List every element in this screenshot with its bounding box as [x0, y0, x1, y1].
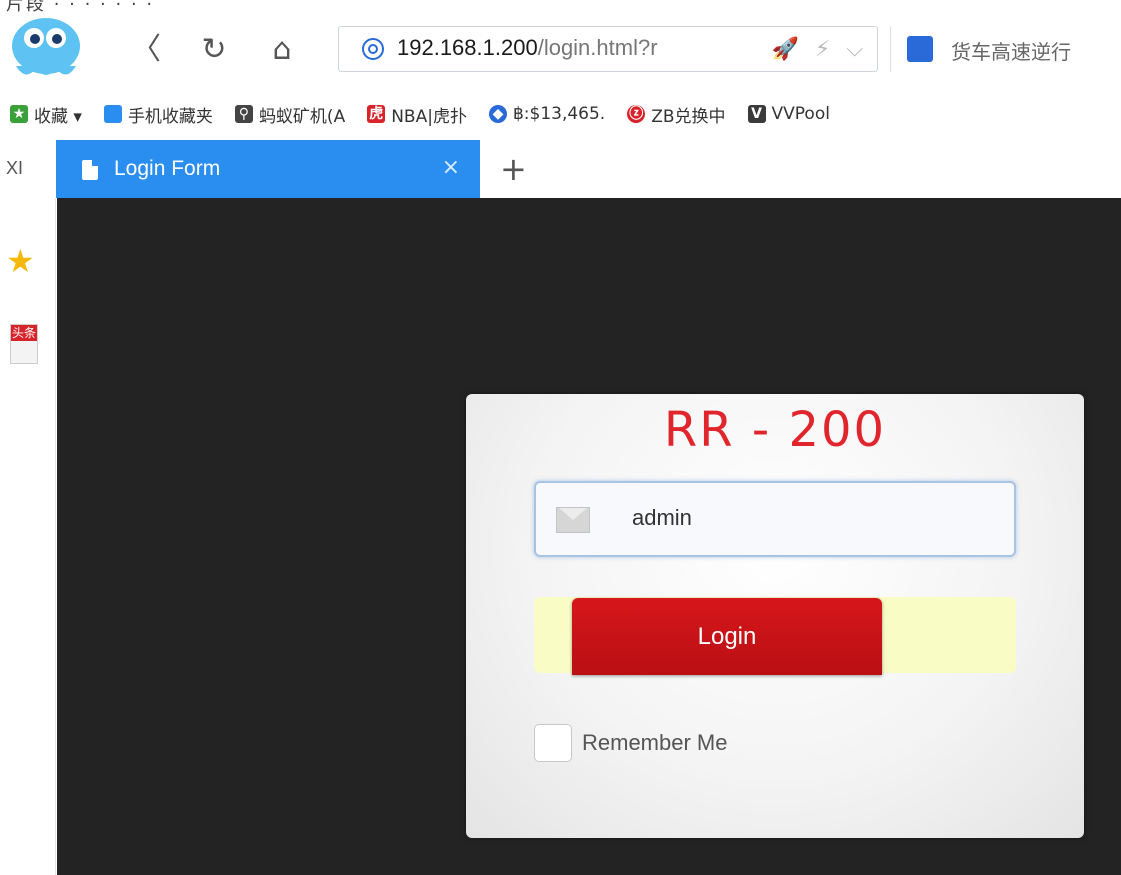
zb-icon: ⓩ: [627, 105, 646, 123]
bookmark-item[interactable]: 虎 NBA|虎扑: [367, 102, 467, 127]
tab-cutoff-label[interactable]: XI: [6, 158, 23, 179]
paw-search-engine-icon[interactable]: [907, 36, 933, 62]
hupu-tiger-icon: 虎: [367, 105, 386, 123]
security-shield-icon: [362, 38, 384, 60]
search-box[interactable]: 货车高速逆行: [890, 26, 1121, 72]
side-panel: ★ 头条: [0, 198, 56, 875]
address-text[interactable]: 192.168.1.200/login.html?r: [397, 35, 658, 61]
bookmark-item[interactable]: 手机收藏夹: [103, 102, 213, 127]
remember-checkbox[interactable]: [534, 724, 572, 762]
address-path: /login.html?r: [537, 35, 658, 60]
bookmark-label: ฿:$13,465.: [512, 104, 606, 124]
news-label: 头条: [11, 325, 37, 341]
bookmark-label: ZB兑换中: [651, 106, 726, 127]
bookmark-item[interactable]: ⓩ ZB兑换中: [627, 102, 726, 127]
chevron-down-icon[interactable]: ⌵: [846, 37, 863, 62]
username-field[interactable]: admin: [534, 481, 1016, 557]
address-host: 192.168.1.200: [397, 35, 538, 60]
browser-mascot-icon[interactable]: [6, 16, 90, 82]
bookmark-item[interactable]: V VVPool: [747, 104, 830, 124]
ant-miner-icon: ⚲: [234, 105, 253, 123]
brand-title: RR - 200: [663, 402, 887, 458]
bookmark-item[interactable]: ★ 收藏 ▾: [10, 102, 82, 127]
bitcoin-icon: ◆: [488, 105, 507, 123]
tab-title: Login Form: [114, 157, 221, 180]
vvpool-icon: V: [747, 105, 766, 123]
phone-icon: [103, 105, 122, 123]
address-bar[interactable]: 192.168.1.200/login.html?r 🚀 ⚡ ⌵: [338, 26, 878, 72]
bookmark-item[interactable]: ◆ ฿:$13,465.: [488, 104, 606, 124]
new-tab-button[interactable]: +: [500, 150, 527, 188]
news-icon[interactable]: 头条: [10, 324, 38, 364]
favorites-star-icon[interactable]: ★: [6, 242, 35, 280]
rocket-icon[interactable]: 🚀: [771, 37, 798, 62]
username-value: admin: [632, 505, 692, 530]
bookmark-item[interactable]: ⚲ 蚂蚁矿机(A: [234, 102, 346, 127]
bookmark-label: NBA|虎扑: [391, 106, 467, 127]
lightning-icon[interactable]: ⚡: [815, 37, 830, 62]
bookmark-label: 蚂蚁矿机(A: [258, 106, 346, 127]
top-cutoff-strip: 片段 · · · · · · ·: [0, 0, 1121, 12]
back-button[interactable]: 〈: [126, 30, 166, 70]
browser-toolbar: 〈 ↻ ⌂ 192.168.1.200/login.html?r 🚀 ⚡ ⌵ 货…: [0, 12, 1121, 88]
mail-icon: [556, 507, 590, 533]
bookmark-label: 手机收藏夹: [127, 106, 213, 127]
reload-button[interactable]: ↻: [194, 30, 234, 70]
bookmark-label: VVPool: [771, 104, 830, 124]
home-button[interactable]: ⌂: [262, 30, 302, 70]
bookmark-star-icon: ★: [10, 105, 28, 123]
close-icon[interactable]: ×: [442, 155, 460, 180]
remember-me[interactable]: Remember Me: [534, 724, 727, 762]
login-button[interactable]: Login: [572, 598, 882, 675]
page-content: RR - 200 admin ••••• Remember Me: [57, 198, 1121, 875]
cutoff-text: 片段 · · · · · · ·: [6, 0, 155, 12]
bookmark-label: 收藏 ▾: [34, 106, 82, 127]
tab-bar: XI Login Form × +: [0, 140, 1121, 198]
bookmarks-bar: ★ 收藏 ▾ 手机收藏夹 ⚲ 蚂蚁矿机(A 虎 NBA|虎扑 ◆ ฿:$13,465. …: [0, 88, 1121, 140]
tab-login-form[interactable]: Login Form ×: [56, 140, 480, 198]
search-input[interactable]: 货车高速逆行: [951, 36, 1071, 65]
address-tools: 🚀 ⚡ ⌵: [771, 35, 863, 63]
remember-label: Remember Me: [582, 730, 728, 755]
document-icon: [82, 160, 98, 180]
